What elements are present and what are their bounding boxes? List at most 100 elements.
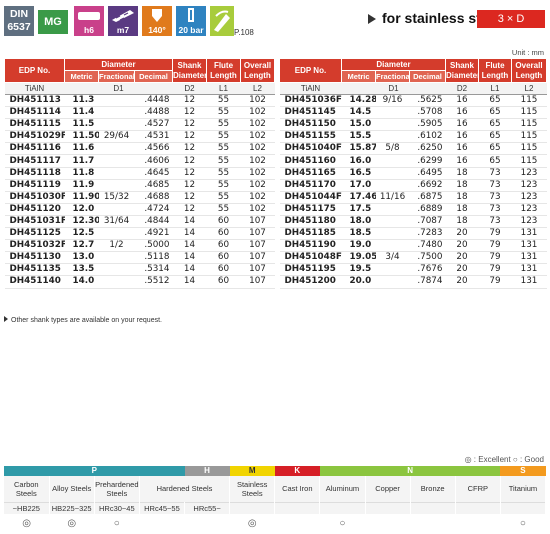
metric-diameter: 12.5 xyxy=(64,227,99,241)
shank-diameter: 16 xyxy=(445,106,479,120)
coating-label: TiAlN xyxy=(4,82,65,95)
diameter-header: Diameter xyxy=(64,58,173,71)
fractional-diameter xyxy=(98,227,135,241)
flute-length: 55 xyxy=(206,130,241,144)
flute-header: Flute Length xyxy=(206,58,241,83)
overall-length: 102 xyxy=(240,179,275,192)
edp-number: DH451029F xyxy=(4,130,65,144)
table-row: DH451036F14.2889/16.56251665115 xyxy=(279,94,547,108)
decimal-diameter: .5000 xyxy=(134,239,173,253)
din-label: DIN xyxy=(9,8,29,20)
iso-category-h: H xyxy=(184,466,230,476)
table-row: DH451118 11.8 .4645 12 55 102 xyxy=(4,167,275,180)
table-row: DH451119 11.9 .4685 12 55 102 xyxy=(4,179,275,192)
overall-length: 123 xyxy=(511,179,547,192)
decimal-diameter: .5118 xyxy=(134,251,173,265)
edp-header: EDP No. xyxy=(279,58,342,83)
metric-diameter: 19.5 xyxy=(341,263,376,277)
shank-diameter: 18 xyxy=(445,191,479,204)
overall-length: 102 xyxy=(240,167,275,180)
flute-length: 73 xyxy=(478,179,512,192)
decimal-diameter: .4488 xyxy=(134,106,173,120)
din-standard-badge: DIN 6537 xyxy=(4,6,34,36)
decimal-diameter: .4566 xyxy=(134,142,173,156)
metric-diameter: 20.0 xyxy=(341,275,376,289)
metric-diameter: 17.0 xyxy=(341,179,376,192)
suitability-rating: ◎ xyxy=(4,514,50,534)
iso-category-s: S xyxy=(500,466,546,476)
decimal-diameter: .7500 xyxy=(409,251,446,265)
flute-header: Flute Length xyxy=(478,58,512,83)
material-label: Carbon Steels xyxy=(4,476,50,502)
fractional-diameter: 29/64 xyxy=(98,130,135,144)
metric-diameter: 13.5 xyxy=(64,263,99,277)
decimal-diameter: .6889 xyxy=(409,203,446,216)
shank-availability-note: Other shank types are available on your … xyxy=(4,316,162,324)
fractional-diameter xyxy=(98,263,135,277)
decimal-diameter: .6495 xyxy=(409,167,446,180)
flute-length: 55 xyxy=(206,179,241,192)
h6-shank-icon: h6 xyxy=(74,6,104,36)
material-label: Alloy Steels xyxy=(49,476,95,502)
metric-diameter: 11.906 xyxy=(64,191,99,204)
icon-caption: m7 xyxy=(116,25,130,35)
flute-length: 60 xyxy=(206,263,241,277)
shank-diameter: 14 xyxy=(172,215,207,229)
suitability-rating xyxy=(365,514,411,534)
overall-length: 102 xyxy=(240,154,275,168)
shank-diameter: 20 xyxy=(445,251,479,265)
metric-diameter: 14.288 xyxy=(341,94,376,108)
fractional-diameter xyxy=(98,251,135,265)
overall-length: 115 xyxy=(511,154,547,168)
metric-diameter: 12.7 xyxy=(64,239,99,253)
overall-length: 107 xyxy=(240,263,275,277)
suitability-rating xyxy=(410,514,456,534)
decimal-diameter: .4844 xyxy=(134,215,173,229)
hardness-range xyxy=(365,501,411,514)
flute-length: 79 xyxy=(478,275,512,289)
table-row: DH451031F12.30331/64.48441460107 xyxy=(4,215,275,229)
overall-length: 107 xyxy=(240,251,275,265)
hardness-range: HRc45~55 xyxy=(139,501,186,514)
shank-diameter: 12 xyxy=(172,191,207,204)
edp-number: DH451116 xyxy=(4,142,65,156)
shank-diameter: 12 xyxy=(172,179,207,192)
fractional-header: Fractional xyxy=(375,70,410,83)
edp-number: DH451200 xyxy=(279,275,342,289)
shank-header: Shank Diameter xyxy=(445,58,479,83)
overall-length: 115 xyxy=(511,142,547,156)
fractional-header: Fractional xyxy=(98,70,135,83)
edp-number: DH451032F xyxy=(4,239,65,253)
fractional-diameter: 15/32 xyxy=(98,191,135,204)
edp-number: DH451155 xyxy=(279,130,342,144)
edp-number: DH451130 xyxy=(4,251,65,265)
metric-header: Metric xyxy=(64,70,99,83)
diameter-header: Diameter xyxy=(341,58,446,71)
edp-number: DH451150 xyxy=(279,118,342,132)
flute-length: 65 xyxy=(478,106,512,120)
shank-diameter: 12 xyxy=(172,203,207,216)
flute-length: 65 xyxy=(478,94,512,108)
hardness-range xyxy=(455,501,501,514)
fractional-diameter xyxy=(375,106,410,120)
suitability-rating xyxy=(455,514,501,534)
fractional-diameter xyxy=(98,203,135,216)
edp-number: DH451140 xyxy=(4,275,65,289)
material-label: Hardened Steels xyxy=(139,476,231,502)
edp-number: DH451030F xyxy=(4,191,65,204)
flute-length: 60 xyxy=(206,239,241,253)
metric-diameter: 15.875 xyxy=(341,142,376,156)
table-row: DH451114 11.4 .4488 12 55 102 xyxy=(4,106,275,120)
catalog-header: DIN 6537 MG h6 m7 140° 20 bar P.108 for … xyxy=(0,0,550,44)
shank-diameter: 14 xyxy=(172,239,207,253)
flute-length: 60 xyxy=(206,275,241,289)
flute-length: 55 xyxy=(206,191,241,204)
flute-length: 79 xyxy=(478,239,512,253)
overall-length: 131 xyxy=(511,263,547,277)
fractional-diameter xyxy=(98,118,135,132)
table-row: DH451048F 19.05 3/4.7500 20 79 131 xyxy=(279,251,547,265)
shank-diameter: 20 xyxy=(445,227,479,241)
d2-label: D2 xyxy=(445,82,479,95)
decimal-diameter: .5905 xyxy=(409,118,446,132)
edp-number: DH451048F xyxy=(279,251,342,265)
